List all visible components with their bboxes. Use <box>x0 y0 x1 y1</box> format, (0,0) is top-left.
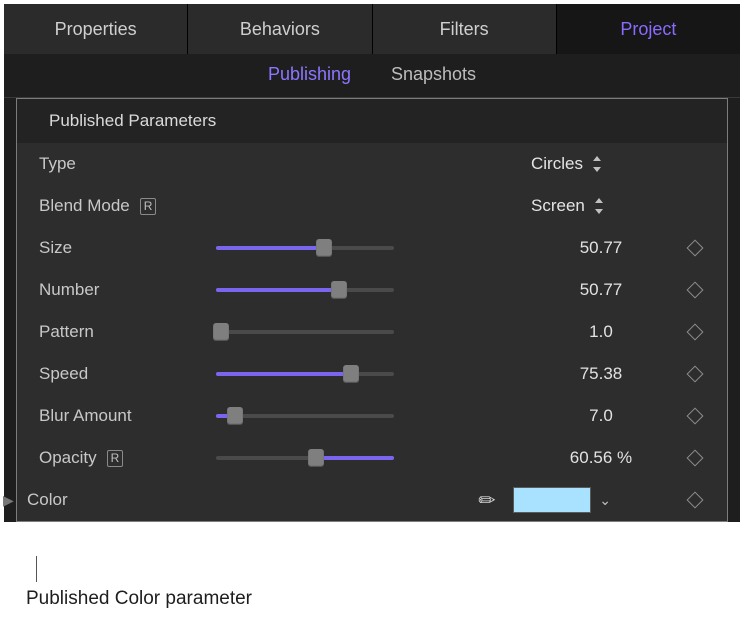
size-value[interactable]: 50.77 <box>531 238 671 258</box>
opacity-slider[interactable] <box>210 447 400 469</box>
blend-dropdown[interactable]: Screen <box>531 196 671 216</box>
number-value[interactable]: 50.77 <box>531 280 671 300</box>
color-swatch[interactable] <box>513 487 591 513</box>
updown-icon <box>591 154 603 174</box>
param-color: ▶ Color ✎ ⌄ <box>17 479 727 521</box>
updown-icon <box>593 196 605 216</box>
param-opacity: Opacity R 60.56 % <box>17 437 727 479</box>
pattern-value[interactable]: 1.0 <box>531 322 671 342</box>
rig-badge: R <box>107 450 124 467</box>
number-slider[interactable] <box>210 279 400 301</box>
callout-label: Published Color parameter <box>26 588 252 610</box>
section-title: Published Parameters <box>49 111 216 131</box>
keyframe-icon[interactable] <box>687 408 704 425</box>
eyedropper-icon[interactable]: ✎ <box>472 485 502 515</box>
rig-badge: R <box>140 198 157 215</box>
param-type: Type Circles <box>17 143 727 185</box>
disclosure-icon[interactable]: ▶ <box>3 492 17 509</box>
callout-line <box>36 556 37 582</box>
inspector-panel: Properties Behaviors Filters Project Pub… <box>4 4 740 522</box>
keyframe-icon[interactable] <box>687 366 704 383</box>
published-parameters: Published Parameters Type Circles Blend … <box>16 98 728 522</box>
param-speed: Speed 75.38 <box>17 353 727 395</box>
subtab-snapshots[interactable]: Snapshots <box>391 64 476 85</box>
param-size: Size 50.77 <box>17 227 727 269</box>
blur-value[interactable]: 7.0 <box>531 406 671 426</box>
chevron-down-icon[interactable]: ⌄ <box>599 492 611 509</box>
param-pattern: Pattern 1.0 <box>17 311 727 353</box>
keyframe-icon[interactable] <box>687 282 704 299</box>
keyframe-icon[interactable] <box>687 450 704 467</box>
subtab-bar: Publishing Snapshots <box>4 54 740 97</box>
speed-slider[interactable] <box>210 363 400 385</box>
blur-slider[interactable] <box>210 405 400 427</box>
param-blur: Blur Amount 7.0 <box>17 395 727 437</box>
section-header: Published Parameters <box>17 99 727 143</box>
tab-properties[interactable]: Properties <box>4 4 188 54</box>
subtab-publishing[interactable]: Publishing <box>268 64 351 85</box>
tab-bar: Properties Behaviors Filters Project <box>4 4 740 54</box>
type-dropdown[interactable]: Circles <box>531 154 671 174</box>
speed-value[interactable]: 75.38 <box>531 364 671 384</box>
size-slider[interactable] <box>210 237 400 259</box>
opacity-value[interactable]: 60.56 % <box>531 448 671 468</box>
param-blend-mode: Blend Mode R Screen <box>17 185 727 227</box>
tab-filters[interactable]: Filters <box>373 4 557 54</box>
keyframe-icon[interactable] <box>687 324 704 341</box>
tab-project[interactable]: Project <box>557 4 740 54</box>
tab-behaviors[interactable]: Behaviors <box>188 4 372 54</box>
pattern-slider[interactable] <box>210 321 400 343</box>
keyframe-icon[interactable] <box>687 240 704 257</box>
keyframe-icon[interactable] <box>687 492 704 509</box>
param-number: Number 50.77 <box>17 269 727 311</box>
